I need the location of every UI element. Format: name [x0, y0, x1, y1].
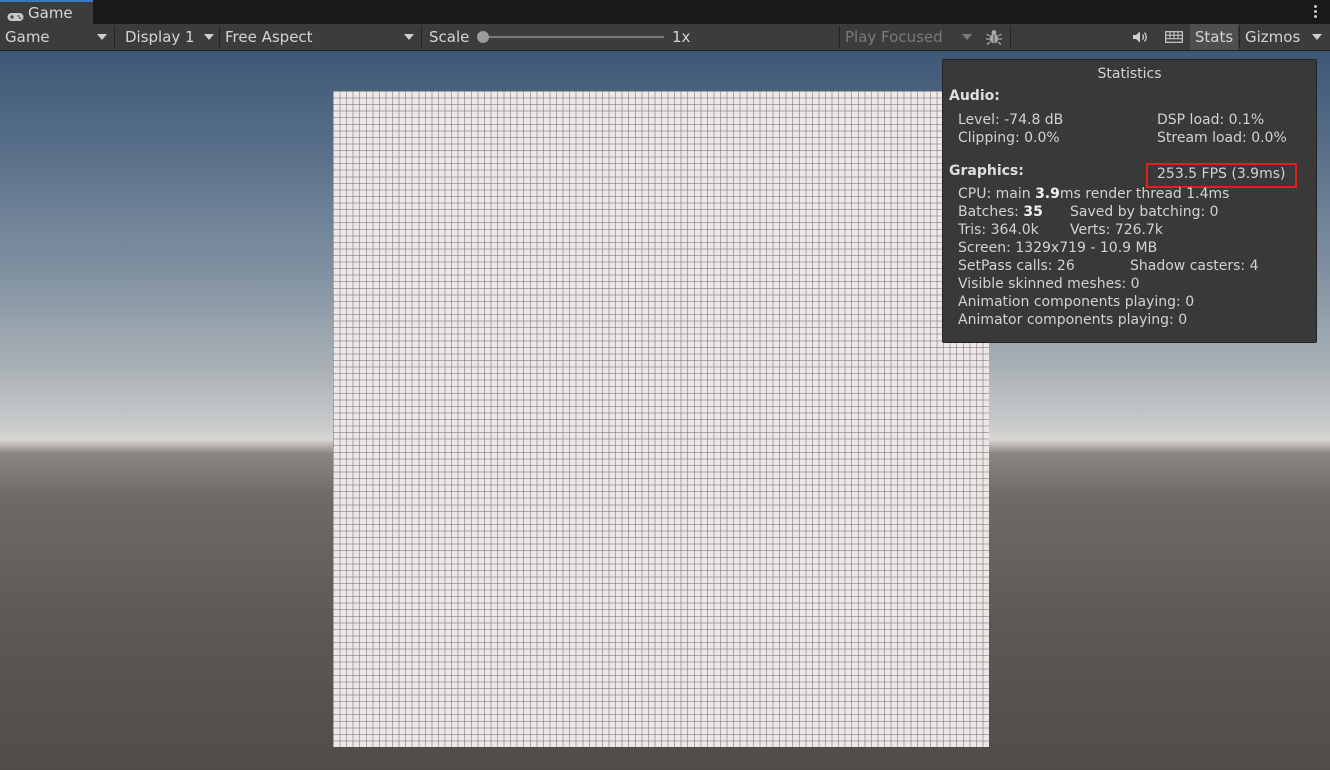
- stats-title: Statistics: [1097, 66, 1162, 82]
- gizmos-label: Gizmos: [1245, 28, 1301, 46]
- audio-header: Audio:: [949, 88, 1000, 104]
- tab-game[interactable]: Game: [0, 0, 93, 24]
- view-mode-dropdown[interactable]: Game: [5, 24, 112, 50]
- verts-stat: Verts: 726.7k: [1070, 222, 1163, 238]
- tab-label: Game: [28, 4, 73, 22]
- display-label: Display 1: [125, 28, 195, 46]
- cpu-stats: CPU: main 3.9ms render thread 1.4ms: [958, 186, 1230, 202]
- play-mode-label: Play Focused: [845, 28, 943, 46]
- shadow-casters: Shadow casters: 4: [1130, 258, 1259, 274]
- scale-slider-handle[interactable]: [477, 31, 489, 43]
- aspect-label: Free Aspect: [225, 28, 313, 46]
- animation-components: Animation components playing: 0: [958, 294, 1195, 310]
- gizmos-dropdown[interactable]: Gizmos: [1245, 24, 1327, 50]
- grid-plane-mesh: [333, 91, 989, 747]
- graphics-header: Graphics:: [949, 163, 1024, 179]
- screen-stat: Screen: 1329x719 - 10.9 MB: [958, 240, 1158, 256]
- scale-value: 1x: [672, 28, 691, 46]
- stats-toggle-label: Stats: [1194, 28, 1234, 46]
- aspect-dropdown[interactable]: Free Aspect: [225, 24, 420, 50]
- animator-components: Animator components playing: 0: [958, 312, 1188, 328]
- audio-clipping: Clipping: 0.0%: [958, 130, 1060, 146]
- chevron-down-icon: [962, 34, 972, 40]
- statistics-panel: Statistics Audio: Level: -74.8 dB DSP lo…: [942, 59, 1317, 343]
- batches-stat: Batches: 35: [958, 204, 1043, 220]
- tab-bar: Game: [0, 0, 1330, 24]
- scale-label: Scale: [429, 28, 470, 46]
- audio-level: Level: -74.8 dB: [958, 112, 1064, 128]
- gamepad-icon: [7, 8, 24, 21]
- chevron-down-icon: [1312, 34, 1322, 40]
- play-mode-dropdown[interactable]: Play Focused: [845, 24, 975, 50]
- scale-slider-track[interactable]: [484, 36, 664, 38]
- kebab-menu-icon[interactable]: [1314, 5, 1318, 19]
- dsp-load: DSP load: 0.1%: [1157, 112, 1265, 128]
- tris-stat: Tris: 364.0k: [958, 222, 1039, 238]
- chevron-down-icon: [97, 34, 107, 40]
- stream-load: Stream load: 0.0%: [1157, 130, 1287, 146]
- chevron-down-icon: [404, 34, 414, 40]
- keyboard-icon[interactable]: [1159, 24, 1189, 50]
- setpass-calls: SetPass calls: 26: [958, 258, 1075, 274]
- saved-by-batching: Saved by batching: 0: [1070, 204, 1219, 220]
- bug-icon[interactable]: [980, 24, 1008, 50]
- display-dropdown[interactable]: Display 1: [125, 24, 215, 50]
- fps-highlight-box: [1146, 163, 1297, 188]
- view-mode-label: Game: [5, 28, 50, 46]
- skinned-meshes: Visible skinned meshes: 0: [958, 276, 1140, 292]
- speaker-icon[interactable]: [1128, 24, 1154, 50]
- chevron-down-icon: [204, 34, 214, 40]
- stats-toggle-button[interactable]: Stats: [1190, 24, 1238, 50]
- game-toolbar: Game Display 1 Free Aspect Scale 1x Play…: [0, 24, 1330, 51]
